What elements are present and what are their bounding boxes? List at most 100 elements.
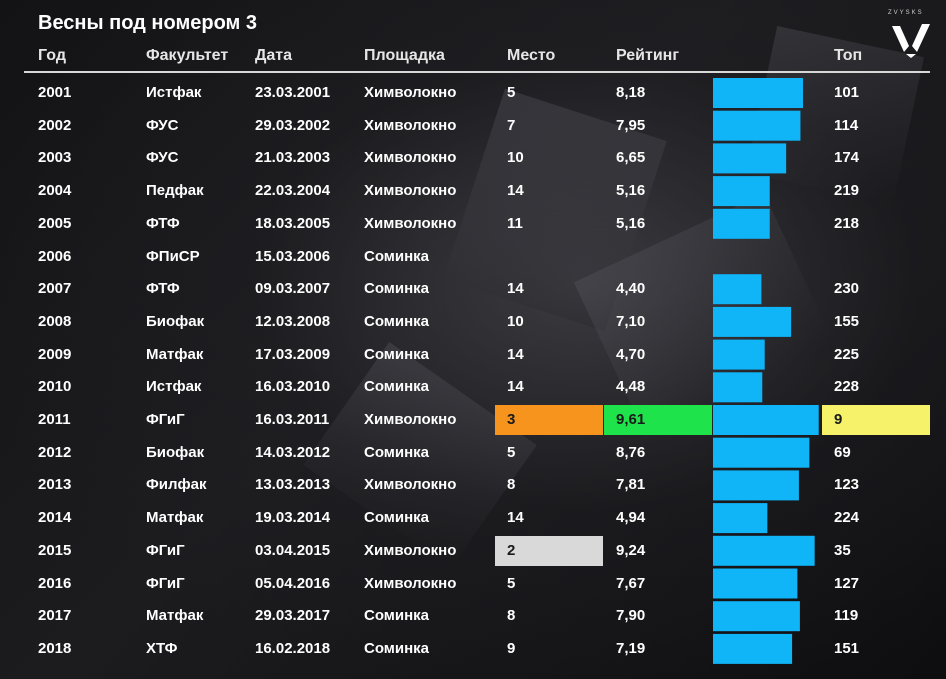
cell-faculty: ФГиГ	[146, 411, 185, 428]
cell-top: 174	[834, 149, 860, 167]
cell-venue: Химволокно	[364, 574, 457, 592]
cell-faculty: Биофак	[146, 312, 205, 330]
cell-date: 19.03.2014	[255, 509, 331, 527]
cell-place: 3	[507, 411, 516, 428]
cell-venue: Соминка	[364, 280, 430, 298]
cell-date: 22.03.2004	[255, 182, 331, 200]
cell-place: 9	[507, 639, 516, 657]
cell-year: 2006	[38, 247, 72, 265]
cell-date: 16.03.2010	[255, 378, 331, 396]
cell-place: 14	[507, 280, 524, 298]
cell-place: 10	[507, 149, 524, 167]
header-place: Место	[507, 47, 556, 64]
cell-venue: Соминка	[364, 378, 430, 396]
cell-faculty: Истфак	[146, 378, 202, 396]
cell-rating: 5,16	[616, 182, 646, 200]
cell-place: 14	[507, 378, 524, 396]
cell-date: 21.03.2003	[255, 149, 331, 167]
header-venue: Площадка	[364, 47, 445, 64]
background	[0, 0, 946, 679]
cell-faculty: Филфак	[146, 476, 207, 494]
cell-venue: Соминка	[364, 247, 430, 265]
cell-rating: 4,94	[616, 509, 646, 527]
cell-date: 29.03.2017	[255, 607, 331, 625]
cell-top: 114	[834, 116, 859, 134]
cell-faculty: ФУС	[146, 149, 179, 167]
cell-top: 155	[834, 312, 860, 330]
cell-rating: 7,81	[616, 476, 646, 494]
cell-year: 2008	[38, 312, 72, 330]
cell-top: 151	[834, 639, 860, 657]
cell-year: 2001	[38, 84, 72, 101]
cell-rating: 9,61	[616, 411, 646, 428]
cell-year: 2003	[38, 149, 72, 167]
cell-top: 224	[834, 509, 860, 527]
cell-date: 13.03.2013	[255, 476, 331, 494]
cell-top: 101	[834, 84, 860, 101]
cell-top: 123	[834, 476, 860, 494]
cell-date: 15.03.2006	[255, 247, 331, 265]
cell-place: 14	[507, 345, 524, 363]
cell-year: 2012	[38, 443, 72, 461]
cell-top: 35	[834, 541, 851, 559]
header-divider	[24, 71, 930, 73]
cell-date: 03.04.2015	[255, 541, 331, 559]
cell-year: 2014	[38, 509, 72, 527]
cell-year: 2011	[38, 411, 71, 428]
cell-place: 5	[507, 574, 516, 592]
cell-top: 225	[834, 345, 860, 363]
header-year: Год	[38, 47, 66, 64]
cell-year: 2017	[38, 607, 72, 625]
cell-faculty: Педфак	[146, 182, 204, 200]
cell-place: 10	[507, 312, 524, 330]
cell-year: 2015	[38, 541, 72, 559]
cell-top: 219	[834, 182, 860, 200]
cell-date: 18.03.2005	[255, 214, 331, 232]
cell-faculty: Матфак	[146, 607, 204, 625]
cell-faculty: ФПиСР	[146, 247, 200, 265]
header-date: Дата	[255, 47, 293, 64]
cell-place: 2	[507, 541, 516, 559]
cell-venue: Соминка	[364, 607, 430, 625]
cell-faculty: ФТФ	[146, 214, 180, 232]
cell-year: 2009	[38, 345, 72, 363]
cell-rating: 4,40	[616, 280, 646, 298]
cell-date: 05.04.2016	[255, 574, 331, 592]
cell-rating: 7,19	[616, 639, 646, 657]
cell-year: 2002	[38, 116, 72, 134]
cell-rating: 6,65	[616, 149, 646, 167]
cell-venue: Химволокно	[364, 214, 457, 232]
cell-faculty: ФГиГ	[146, 574, 185, 592]
cell-faculty: ФТФ	[146, 280, 180, 298]
cell-top: 228	[834, 378, 860, 396]
cell-rating: 4,70	[616, 345, 646, 363]
cell-year: 2013	[38, 476, 72, 494]
chart-title: Весны под номером 3	[38, 12, 258, 34]
cell-faculty: Матфак	[146, 345, 204, 363]
cell-rating: 7,90	[616, 607, 646, 625]
cell-faculty: ФУС	[146, 116, 179, 134]
cell-date: 12.03.2008	[255, 312, 331, 330]
cell-year: 2016	[38, 574, 72, 592]
cell-venue: Химволокно	[364, 149, 457, 167]
cell-top: 9	[834, 411, 843, 428]
cell-year: 2007	[38, 280, 72, 298]
cell-venue: Химволокно	[364, 411, 457, 428]
cell-rating: 7,10	[616, 312, 646, 330]
cell-venue: Химволокно	[364, 541, 457, 559]
cell-year: 2005	[38, 214, 72, 232]
cell-venue: Соминка	[364, 443, 430, 461]
header-faculty: Факультет	[146, 47, 229, 64]
cell-venue: Соминка	[364, 639, 430, 657]
cell-rating: 8,76	[616, 443, 646, 461]
cell-date: 16.03.2011	[255, 411, 330, 428]
cell-date: 09.03.2007	[255, 280, 331, 298]
cell-venue: Соминка	[364, 345, 430, 363]
cell-date: 14.03.2012	[255, 443, 331, 461]
cell-rating: 4,48	[616, 378, 646, 396]
cell-top: 119	[834, 607, 859, 625]
cell-place: 5	[507, 84, 516, 101]
cell-rating: 7,67	[616, 574, 646, 592]
cell-rating: 8,18	[616, 84, 646, 101]
header-top: Топ	[834, 47, 863, 64]
